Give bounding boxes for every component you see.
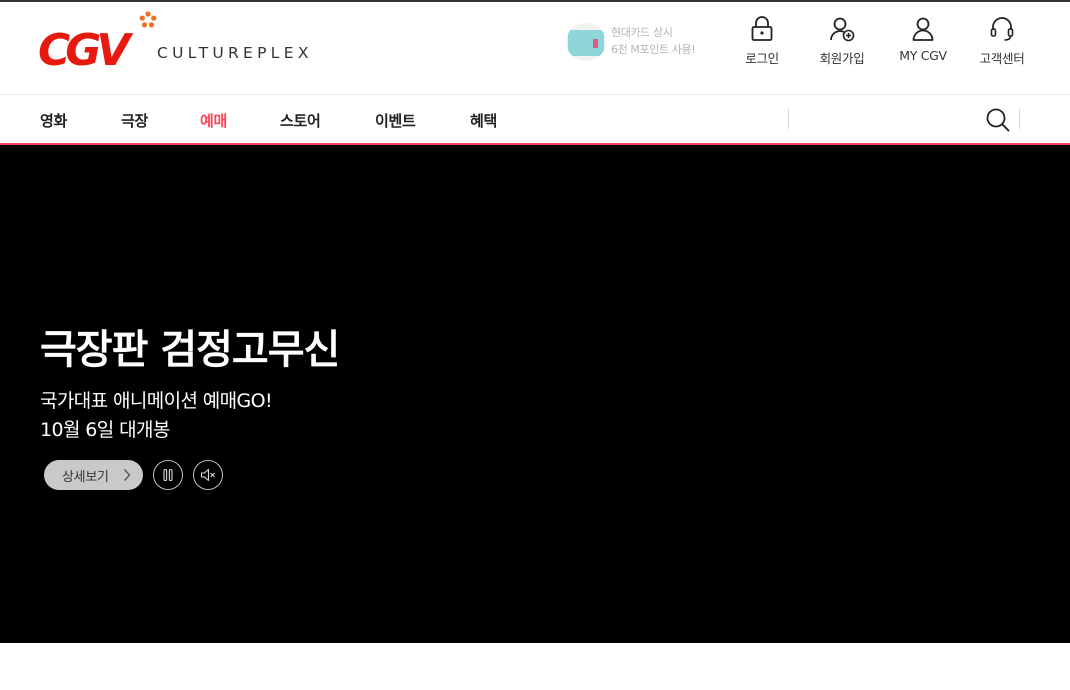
- mute-icon: [200, 468, 215, 482]
- page-content-area: [0, 643, 1070, 690]
- hyundai-card-promo[interactable]: 현대카드 상시 6천 M포인트 사용!: [566, 22, 706, 62]
- detail-button-label: 상세보기: [62, 469, 109, 485]
- nav-item-booking[interactable]: 예매: [200, 110, 227, 131]
- nav-item-store[interactable]: 스토어: [280, 110, 321, 131]
- lock-icon: [751, 16, 773, 41]
- cultureplex-tagline: CULTUREPLEX: [157, 44, 313, 62]
- nav-divider-left: [788, 109, 789, 129]
- hyundai-card-icon: [566, 23, 606, 61]
- signup-link[interactable]: 회원가입: [814, 16, 870, 72]
- my-cgv-label: MY CGV: [899, 48, 947, 63]
- nav-item-benefits[interactable]: 혜택: [470, 110, 497, 131]
- search-button[interactable]: [985, 107, 1011, 133]
- hero-subtitle: 국가대표 애니메이션 예매GO! 10월 6일 대개봉: [40, 387, 273, 445]
- login-link[interactable]: 로그인: [738, 16, 786, 72]
- main-nav: 영화 극장 예매 스토어 이벤트 혜택: [0, 94, 1070, 144]
- login-label: 로그인: [745, 51, 779, 66]
- nav-item-movies[interactable]: 영화: [40, 110, 67, 131]
- pause-icon: [163, 468, 173, 482]
- customer-center-label: 고객센터: [979, 51, 1025, 66]
- hero-subtitle-line-1: 국가대표 애니메이션 예매GO!: [40, 390, 273, 412]
- cgv-logo-text: CGV: [38, 25, 133, 70]
- nav-item-theaters[interactable]: 극장: [121, 110, 148, 131]
- hero-subtitle-line-2: 10월 6일 대개봉: [40, 419, 170, 441]
- headset-icon: [990, 17, 1014, 41]
- nav-item-events[interactable]: 이벤트: [375, 110, 416, 131]
- search-icon: [986, 108, 1010, 132]
- user-icon: [912, 17, 934, 41]
- my-cgv-link[interactable]: MY CGV: [895, 16, 951, 72]
- add-user-icon: [830, 17, 855, 42]
- hero-title: 극장판 검정고무신: [40, 327, 340, 373]
- hero-banner: 극장판 검정고무신 국가대표 애니메이션 예매GO! 10월 6일 대개봉 상세…: [0, 145, 1070, 643]
- detail-button[interactable]: 상세보기: [44, 460, 143, 490]
- site-header: CGV CULTUREPLEX 현대카드 상시 6천 M포인트 사용! 로그인: [0, 2, 1070, 94]
- cgv-logo-mark: CGV: [38, 11, 157, 76]
- promo-line-2: 6천 M포인트 사용!: [611, 43, 696, 56]
- chevron-right-icon: [123, 469, 131, 481]
- cgv-logo[interactable]: CGV: [38, 10, 162, 76]
- signup-label: 회원가입: [819, 51, 865, 66]
- customer-center-link[interactable]: 고객센터: [974, 16, 1030, 72]
- promo-line-1: 현대카드 상시: [611, 26, 673, 39]
- logo-flower-icon: [139, 11, 157, 28]
- mute-button[interactable]: [193, 460, 223, 490]
- pause-button[interactable]: [153, 460, 183, 490]
- nav-divider-right: [1019, 109, 1020, 129]
